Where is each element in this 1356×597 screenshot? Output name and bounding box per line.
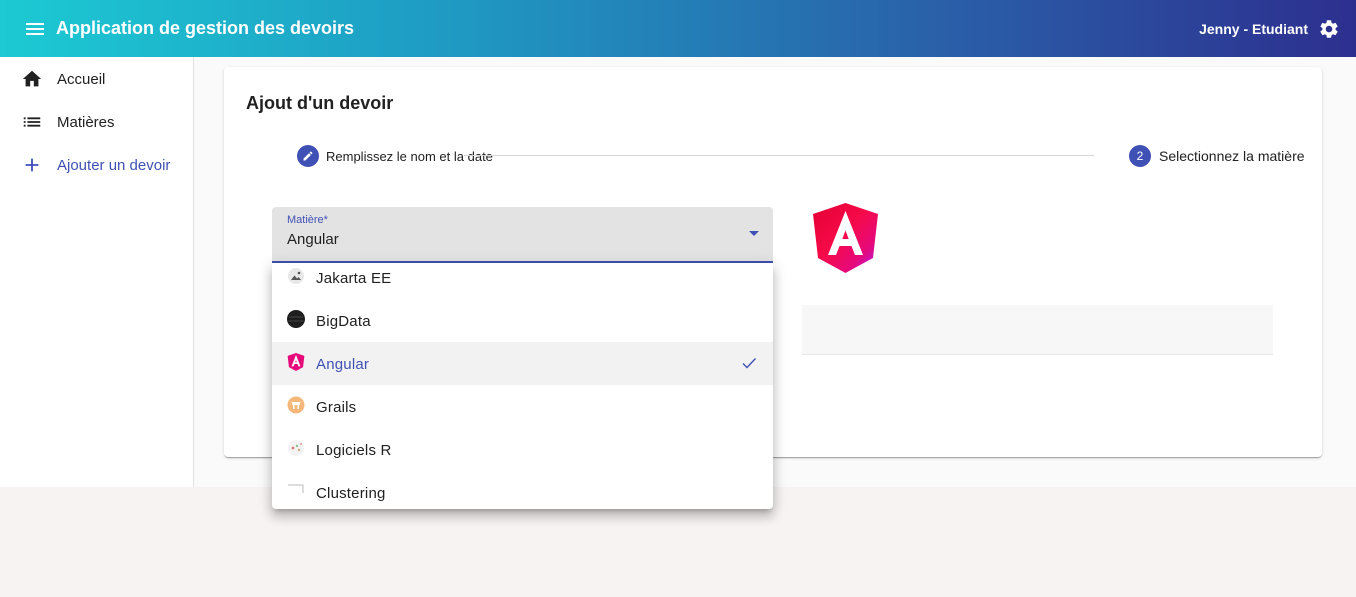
list-icon: [21, 111, 43, 133]
subject-select[interactable]: Matière* Angular: [272, 207, 773, 263]
option-clustering[interactable]: Clustering: [272, 471, 773, 509]
sidebar-item-matieres[interactable]: Matières: [0, 102, 193, 142]
option-grails[interactable]: Grails: [272, 385, 773, 428]
grails-icon: [287, 396, 305, 414]
user-name: Jenny - Etudiant: [1199, 21, 1308, 37]
image-icon: [287, 267, 305, 285]
check-icon: [741, 355, 757, 371]
option-logiciels-r[interactable]: Logiciels R: [272, 428, 773, 471]
select-label: Matière*: [287, 214, 328, 226]
option-jakarta-ee[interactable]: Jakarta EE: [272, 263, 773, 299]
option-label: Grails: [316, 399, 357, 416]
card-title: Ajout d'un devoir: [246, 93, 394, 113]
sidebar-item-accueil[interactable]: Accueil: [0, 59, 193, 99]
option-label: BigData: [316, 313, 371, 330]
menu-icon[interactable]: [17, 11, 53, 47]
bigdata-icon: [287, 310, 305, 328]
option-label: Angular: [316, 356, 370, 373]
app-title: Application de gestion des devoirs: [56, 18, 355, 38]
chevron-down-icon[interactable]: [749, 231, 759, 236]
top-toolbar: Application de gestion des devoirs Jenny…: [0, 0, 1356, 57]
add-icon: [21, 154, 43, 176]
sidebar-item-label: Accueil: [57, 70, 106, 88]
angular-logo: [812, 203, 879, 273]
option-label: Clustering: [316, 485, 386, 502]
step-2-number[interactable]: 2: [1129, 145, 1151, 167]
r-logo-icon: [287, 439, 305, 457]
sidebar-item-ajouter-devoir[interactable]: Ajouter un devoir: [0, 145, 193, 185]
home-icon: [21, 68, 43, 90]
gear-icon[interactable]: [1318, 18, 1340, 40]
clustering-icon: [287, 482, 305, 500]
sidebar-item-label: Ajouter un devoir: [57, 156, 171, 174]
step-1-label[interactable]: Remplissez le nom et la date: [326, 149, 493, 164]
select-value: Angular: [287, 231, 339, 248]
angular-icon: [287, 353, 305, 371]
info-panel: [802, 305, 1273, 355]
sidebar: Accueil Matières Ajouter un devoir: [0, 57, 194, 487]
option-label: Logiciels R: [316, 442, 392, 459]
option-label: Jakarta EE: [316, 270, 392, 287]
stepper-divider: [464, 155, 1094, 156]
subject-options-panel: Jakarta EE BigData Angular Grails Logici…: [272, 263, 773, 509]
edit-icon[interactable]: [297, 145, 319, 167]
option-angular[interactable]: Angular: [272, 342, 773, 385]
sidebar-item-label: Matières: [57, 113, 115, 131]
step-2-label[interactable]: Selectionnez la matière: [1159, 148, 1305, 164]
option-bigdata[interactable]: BigData: [272, 299, 773, 342]
